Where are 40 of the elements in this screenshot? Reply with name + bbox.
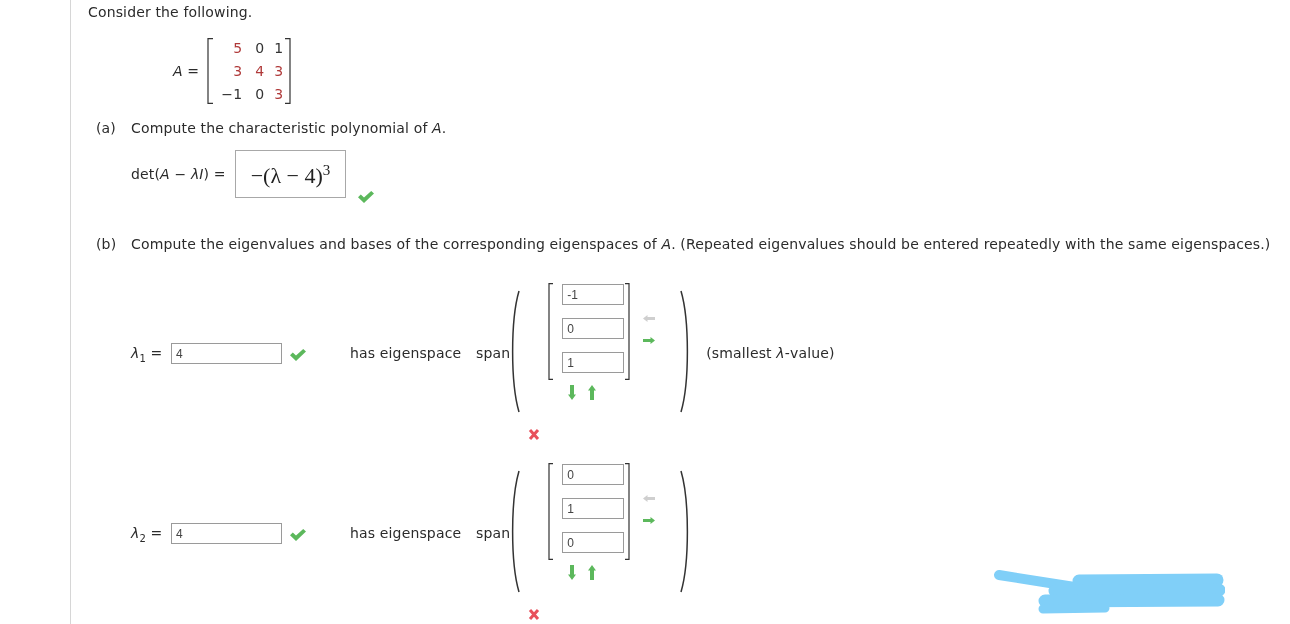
- right-arrow-icon[interactable]: [643, 337, 656, 344]
- eigenvalue-label: λ$_{1}$ =: [131, 345, 164, 361]
- vector-entry-field[interactable]: 1: [562, 352, 625, 373]
- matrix-entry: 4: [255, 62, 265, 79]
- matrix-entry: 3: [274, 85, 284, 102]
- matrix-label: A =: [173, 62, 200, 79]
- right-bracket: [285, 37, 292, 104]
- answer-field[interactable]: −(λ − 4)$^{3}$: [235, 150, 346, 198]
- part-marker: (a): [96, 120, 117, 136]
- vector-entry-field[interactable]: 0: [562, 464, 625, 485]
- question-prompt: Compute the characteristic polynomial of A.: [131, 120, 447, 136]
- left-bracket: [207, 37, 214, 104]
- up-arrow-icon[interactable]: [588, 565, 597, 580]
- matrix-entry: 0: [255, 39, 265, 56]
- eigenvalue-label: λ$_{2}$ =: [131, 525, 164, 541]
- matrix-entry: 3: [274, 62, 284, 79]
- eigenspace-label: has eigenspace: [350, 525, 463, 541]
- matrix-entry: 0: [255, 85, 265, 102]
- note-text: (smallest λ-value): [706, 345, 835, 361]
- vector-entry-field[interactable]: 1: [562, 498, 625, 519]
- vector-entry-field[interactable]: 0: [562, 318, 625, 339]
- span-label: span: [476, 525, 511, 541]
- part-marker: (b): [96, 236, 118, 252]
- matrix-entry: 1: [274, 39, 284, 56]
- intro-text: Consider the following.: [88, 4, 253, 20]
- right-arrow-icon[interactable]: [643, 517, 656, 524]
- vector-entry-field[interactable]: 0: [562, 532, 625, 553]
- eigenvalue-field[interactable]: 4: [171, 343, 282, 364]
- span-label: span: [476, 345, 511, 361]
- matrix-entry: 5: [233, 39, 243, 56]
- question-prompt: Compute the eigenvalues and bases of the corresponding eigenspaces of A. (Repeated eigenvalues should be entered repeatedly with the same eigenspaces.): [131, 236, 1271, 252]
- vector-entry-field[interactable]: -1: [562, 284, 625, 305]
- matrix-entry: 3: [233, 62, 243, 79]
- down-arrow-icon[interactable]: [568, 385, 577, 400]
- up-arrow-icon[interactable]: [588, 385, 597, 400]
- matrix-entry: −1: [221, 85, 243, 102]
- eigenvalue-field[interactable]: 4: [171, 523, 282, 544]
- down-arrow-icon[interactable]: [568, 565, 577, 580]
- equation-label: det(A − λI) =: [131, 166, 227, 182]
- eigenspace-label: has eigenspace: [350, 345, 463, 361]
